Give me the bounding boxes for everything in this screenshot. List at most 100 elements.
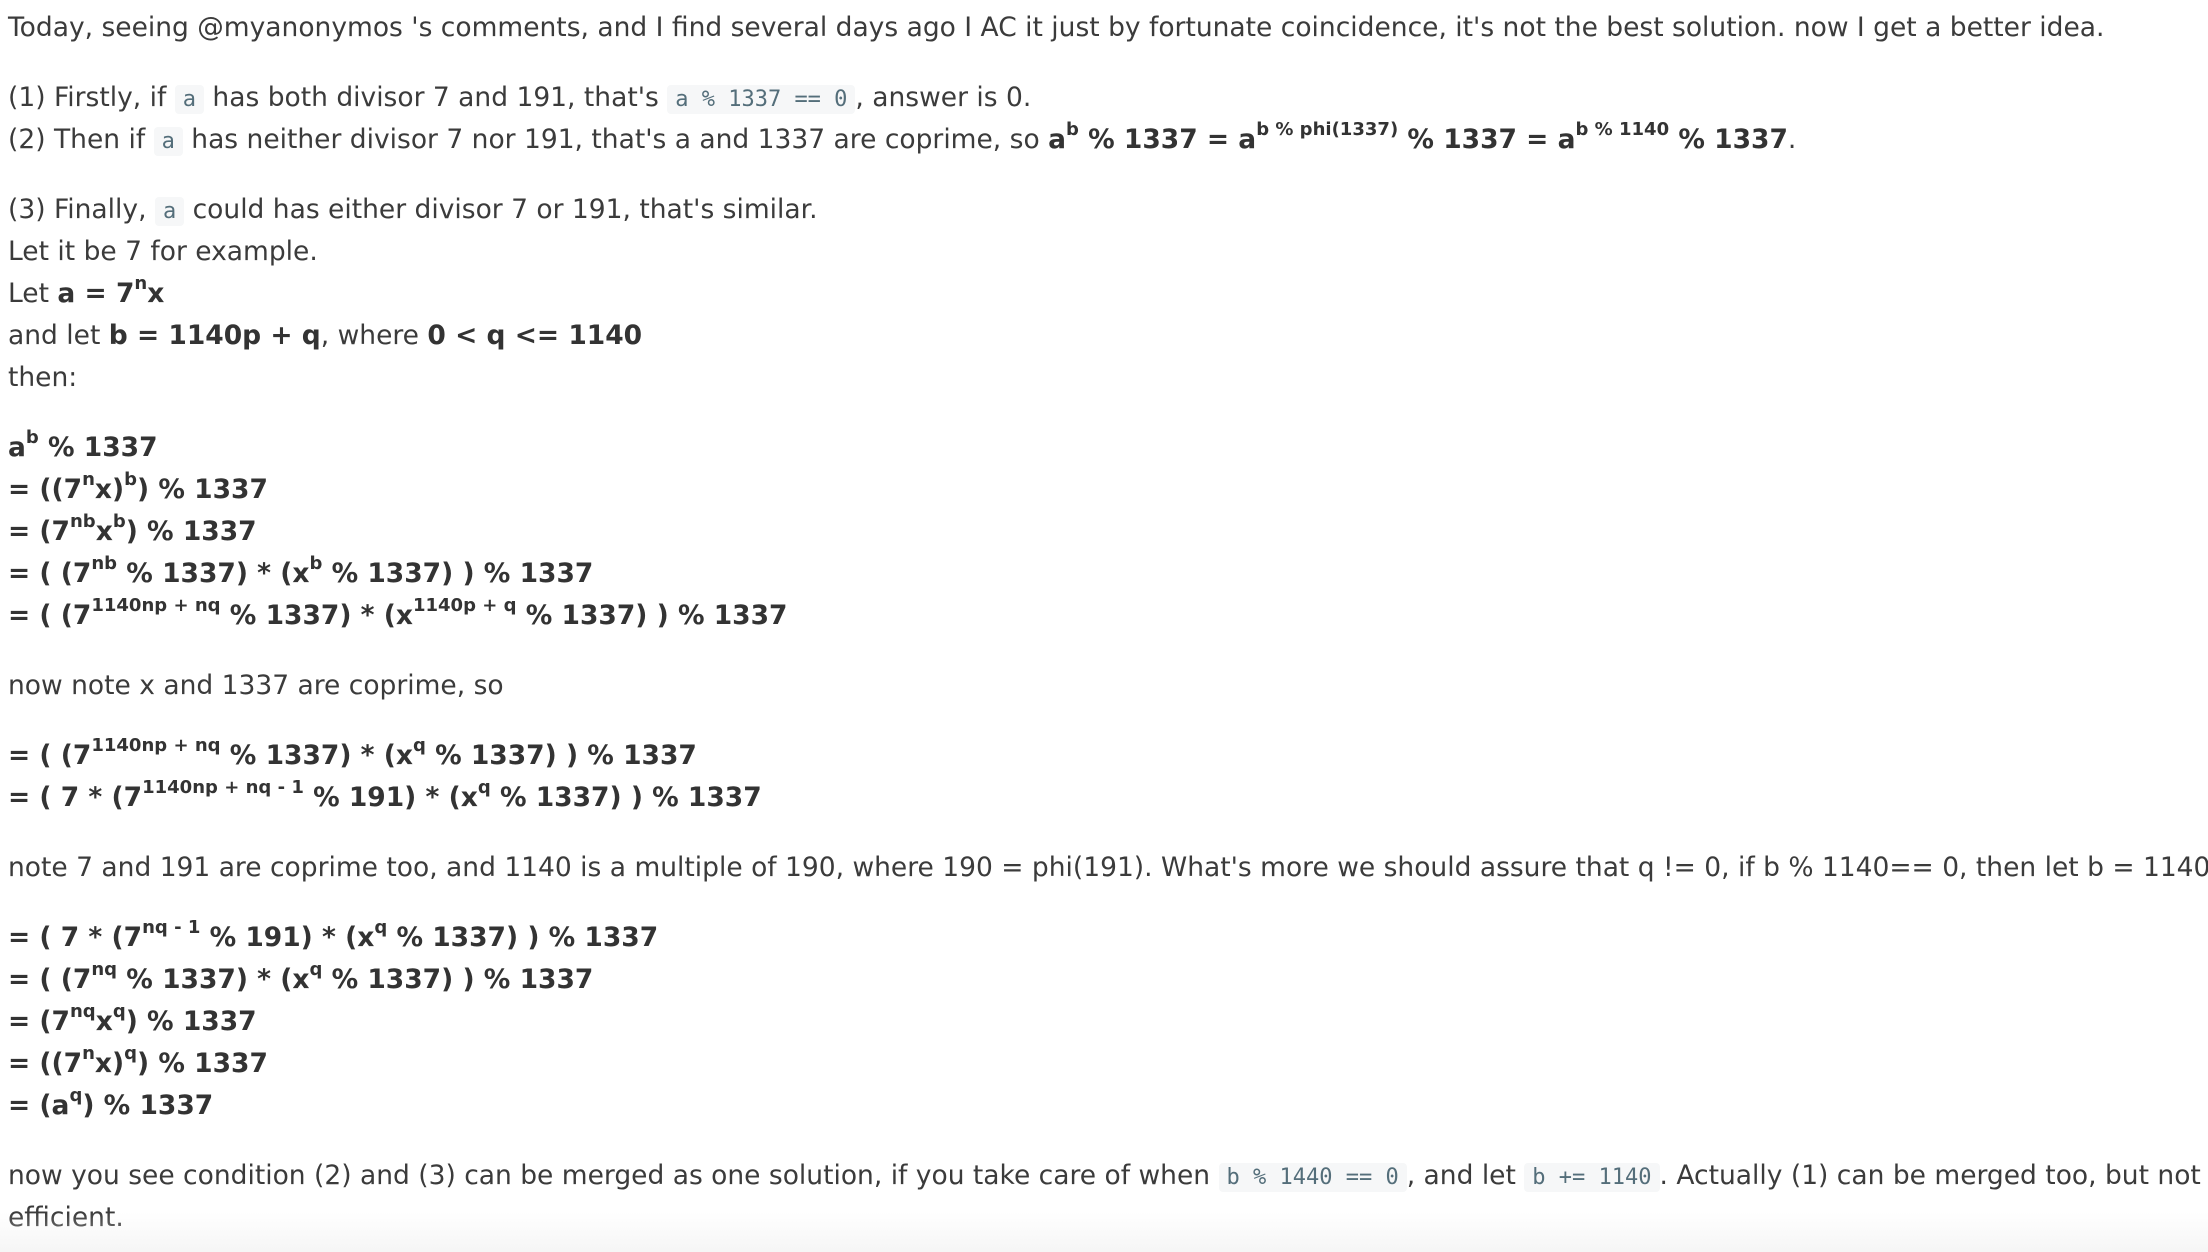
formula-text: ) % 1337	[137, 1048, 268, 1079]
formula-text: = ( (7	[8, 964, 92, 995]
case-2-end: .	[1787, 124, 1797, 155]
derivation-block-2: = ( (71140np + nq % 1337) * (xq % 1337) …	[8, 735, 2204, 819]
formula-text: % 1337 = a	[1078, 124, 1257, 155]
case-2-mid: has neither divisor 7 nor 191, that's a …	[182, 124, 1049, 155]
case-2-formula: ab % 1337 = ab % phi(1337) % 1337 = ab %…	[1048, 121, 1788, 155]
formula-text: x)	[94, 1048, 125, 1079]
formula-exponent: b	[25, 427, 39, 449]
final-mid: , and let	[1406, 1160, 1525, 1191]
formula-text: = ( 7 * (7	[8, 782, 143, 813]
note-191-text: note 7 and 191 are coprime too, and 1140…	[8, 852, 2208, 883]
formula-text: = ((7	[8, 474, 83, 505]
formula-exponent: nq	[69, 1001, 96, 1023]
formula-exponent: b % phi(1337)	[1256, 119, 1399, 141]
inline-code-increment: b += 1140	[1524, 1163, 1660, 1192]
inline-code-a: a	[174, 85, 204, 114]
let-b-mid: , where	[320, 320, 428, 351]
formula-text: = ( (7	[8, 558, 92, 589]
note-191-line: note 7 and 191 are coprime too, and 1140…	[8, 847, 2208, 889]
formula-line: = ( (71140np + nq % 1337) * (x1140p + q …	[8, 595, 2204, 637]
formula-text: = (7	[8, 516, 70, 547]
formula-text: = ( 7 * (7	[8, 922, 143, 953]
inline-code-a: a	[153, 127, 183, 156]
derivation-block-3: = ( 7 * (7nq - 1 % 191) * (xq % 1337) ) …	[8, 917, 2204, 1127]
formula-text: ) % 1337	[82, 1090, 214, 1121]
formula-text: a	[8, 432, 26, 463]
formula-text: = ( (7	[8, 740, 92, 771]
let-b-formula: b = 1140p + q	[108, 320, 321, 351]
formula-text: % 1337	[1669, 124, 1788, 155]
formula: = ((7nx)q) % 1337	[8, 1045, 268, 1079]
final-line: now you see condition (2) and (3) can be…	[8, 1155, 2204, 1197]
formula: = (7nqxq) % 1337	[8, 1003, 257, 1037]
inline-code-condition: b % 1440 == 0	[1218, 1163, 1407, 1192]
formula-exponent: b	[112, 511, 126, 533]
formula-text: ) % 1337	[137, 474, 268, 505]
formula-text: % 191) * (x	[303, 782, 478, 813]
case-2-line: (2) Then if a has neither divisor 7 nor …	[8, 119, 2204, 161]
formula-exponent: 1140np + nq	[91, 735, 221, 757]
formula-exponent: q	[477, 777, 491, 799]
formula-text: % 1337) * (x	[117, 964, 310, 995]
formula: = ( (71140np + nq % 1337) * (xq % 1337) …	[8, 737, 697, 771]
case-1-suffix: , answer is 0.	[855, 82, 1032, 113]
note-coprime-text: now note x and 1337 are coprime, so	[8, 670, 504, 701]
formula-text: = (a	[8, 1090, 70, 1121]
formula-text: x	[147, 278, 165, 309]
formula-text: x	[95, 1006, 113, 1037]
case-3-prefix: (3) Finally,	[8, 194, 155, 225]
inline-code-a: a	[154, 197, 185, 226]
post-content: Today, seeing @myanonymos 's comments, a…	[8, 7, 2208, 1239]
formula-exponent: 1140np + nq	[91, 595, 221, 617]
formula: = ( (7nb % 1337) * (xb % 1337) ) % 1337	[8, 555, 594, 589]
case-1-prefix: (1) Firstly, if	[8, 82, 175, 113]
formula-exponent: q	[124, 1043, 138, 1065]
formula-text: % 1337) ) % 1337	[387, 922, 659, 953]
let-a-line: Let a = 7nx	[8, 273, 2204, 315]
intro-text: Today, seeing @myanonymos 's comments, a…	[8, 12, 2105, 43]
formula-exponent: nq - 1	[142, 917, 201, 939]
example-line: Let it be 7 for example.	[8, 231, 2204, 273]
formula: = ( 7 * (71140np + nq - 1 % 191) * (xq %…	[8, 779, 762, 813]
case-1-mid: has both divisor 7 and 191, that's	[204, 82, 668, 113]
formula-text: x	[95, 516, 113, 547]
formula-exponent: 1140p + q	[412, 595, 517, 617]
formula-exponent: q	[374, 917, 388, 939]
then-line: then:	[8, 357, 2204, 399]
formula-text: x)	[94, 474, 125, 505]
formula-line: ab % 1337	[8, 427, 2204, 469]
formula-text: % 1337) ) % 1337	[516, 600, 788, 631]
formula-line: = ((7nx)b) % 1337	[8, 469, 2204, 511]
let-b-line: and let b = 1140p + q, where 0 < q <= 11…	[8, 315, 2204, 357]
formula-text: % 1337) * (x	[220, 600, 413, 631]
formula-text: ) % 1337	[125, 1006, 257, 1037]
formula: = ( 7 * (7nq - 1 % 191) * (xq % 1337) ) …	[8, 919, 659, 953]
formula: ab % 1337	[8, 429, 158, 463]
intro-paragraph: Today, seeing @myanonymos 's comments, a…	[8, 7, 2204, 49]
formula-line: = (7nqxq) % 1337	[8, 1001, 2204, 1043]
formula: = ( (71140np + nq % 1337) * (x1140p + q …	[8, 597, 788, 631]
final-prefix: now you see condition (2) and (3) can be…	[8, 1160, 1219, 1191]
formula-exponent: 1140np + nq - 1	[142, 777, 304, 799]
formula-exponent: q	[69, 1085, 83, 1107]
formula-exponent: nb	[69, 511, 96, 533]
formula-line: = ( (7nb % 1337) * (xb % 1337) ) % 1337	[8, 553, 2204, 595]
formula-text: % 1337) ) % 1337	[490, 782, 762, 813]
formula: = (7nbxb) % 1337	[8, 513, 257, 547]
formula-text: ) % 1337	[125, 516, 257, 547]
formula-exponent: b	[1065, 119, 1079, 141]
formula: = ((7nx)b) % 1337	[8, 471, 268, 505]
note-coprime-line: now note x and 1337 are coprime, so	[8, 665, 2204, 707]
formula-exponent: b	[124, 469, 138, 491]
formula-text: a = 7	[57, 278, 135, 309]
derivation-block-1: ab % 1337 = ((7nx)b) % 1337 = (7nbxb) % 13…	[8, 427, 2204, 637]
example-text: Let it be 7 for example.	[8, 236, 318, 267]
case-1-line: (1) Firstly, if a has both divisor 7 and…	[8, 77, 2204, 119]
formula-text: % 1337) ) % 1337	[322, 558, 594, 589]
